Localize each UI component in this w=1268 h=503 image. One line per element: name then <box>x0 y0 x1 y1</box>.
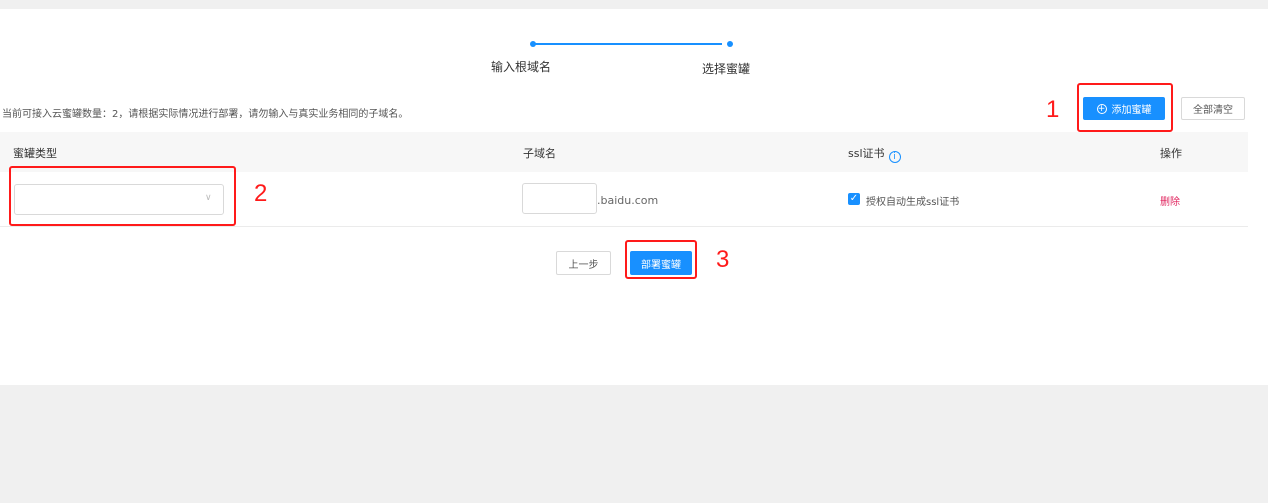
main-panel: 输入根域名 选择蜜罐 当前可接入云蜜罐数量：2，请根据实际情况进行部署，请勿输入… <box>0 9 1268 385</box>
step-indicator: 输入根域名 选择蜜罐 <box>0 9 1268 89</box>
annotation-number-3: 3 <box>716 246 730 273</box>
annotation-number-2: 2 <box>254 180 268 207</box>
add-honeypot-button[interactable]: + 添加蜜罐 <box>1083 97 1165 120</box>
domain-suffix: .baidu.com <box>597 194 659 207</box>
add-honeypot-label: 添加蜜罐 <box>1111 105 1152 116</box>
step-2-dot <box>727 41 733 47</box>
ssl-header-label: ssl证书 <box>848 147 885 160</box>
deploy-honeypot-button[interactable]: 部署蜜罐 <box>630 251 692 275</box>
ssl-auto-checkbox[interactable]: ✓ <box>848 193 860 205</box>
plus-circle-icon: + <box>1096 103 1107 114</box>
row-divider <box>0 226 1248 227</box>
step-1-label: 输入根域名 <box>491 60 552 74</box>
info-circle-icon[interactable]: i <box>888 151 901 163</box>
clear-all-button[interactable]: 全部清空 <box>1181 97 1245 120</box>
prev-step-button[interactable]: 上一步 <box>556 251 611 275</box>
step-progress-line <box>534 43 722 45</box>
column-header-honeypot-type: 蜜罐类型 <box>13 147 57 160</box>
quota-info-text: 当前可接入云蜜罐数量：2，请根据实际情况进行部署，请勿输入与真实业务相同的子域名… <box>2 109 409 120</box>
column-header-ssl: ssl证书 i <box>848 145 901 163</box>
ssl-auto-label[interactable]: 授权自动生成ssl证书 <box>866 193 959 208</box>
chevron-down-icon: ∨ <box>205 193 212 203</box>
annotation-number-1: 1 <box>1046 96 1060 123</box>
top-strip <box>0 0 1268 9</box>
step-2-label: 选择蜜罐 <box>702 62 751 76</box>
subdomain-input[interactable] <box>522 183 597 214</box>
table-header: 蜜罐类型 子域名 ssl证书 i 操作 <box>0 132 1248 172</box>
check-icon: ✓ <box>849 193 859 204</box>
delete-link[interactable]: 删除 <box>1160 193 1180 208</box>
honeypot-type-select[interactable] <box>14 184 224 215</box>
column-header-action: 操作 <box>1160 147 1182 160</box>
column-header-subdomain: 子域名 <box>523 147 556 160</box>
